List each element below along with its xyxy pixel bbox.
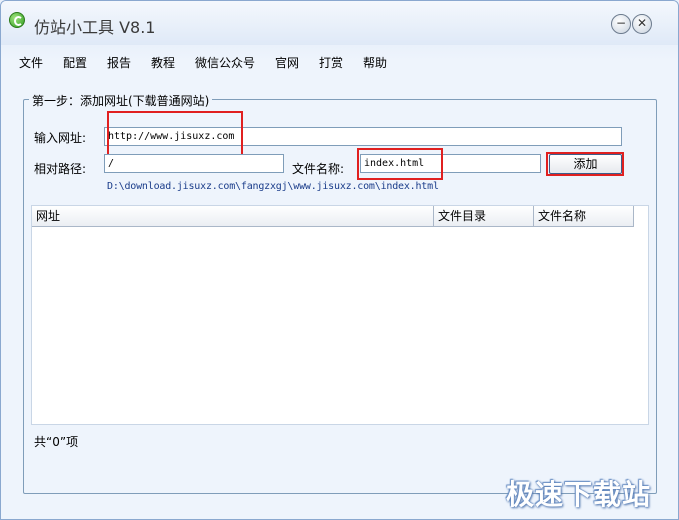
- url-list[interactable]: 网址 文件目录 文件名称: [31, 205, 649, 425]
- column-header-filename[interactable]: 文件名称: [534, 206, 634, 226]
- menu-config[interactable]: 配置: [63, 54, 87, 71]
- menu-website[interactable]: 官网: [275, 54, 299, 71]
- menu-help[interactable]: 帮助: [363, 54, 387, 71]
- step-one-title: 第一步：添加网址(下载普通网站): [29, 92, 213, 109]
- menu-tutorial[interactable]: 教程: [151, 54, 175, 71]
- save-path-text: D:\download.jisuxz.com\fangzxgj\www.jisu…: [107, 181, 439, 192]
- menu-report[interactable]: 报告: [107, 54, 131, 71]
- menu-file[interactable]: 文件: [19, 54, 43, 71]
- filename-input[interactable]: index.html: [360, 154, 541, 173]
- minimize-button[interactable]: −: [611, 14, 631, 34]
- column-header-directory[interactable]: 文件目录: [434, 206, 534, 226]
- app-logo-icon: [9, 12, 25, 28]
- window-title: 仿站小工具 V8.1: [34, 18, 156, 37]
- item-count: 共“0”项: [34, 435, 79, 449]
- menu-bar: 文件 配置 报告 教程 微信公众号 官网 打赏 帮助: [1, 51, 678, 73]
- filename-label: 文件名称:: [292, 162, 345, 176]
- title-bar[interactable]: 仿站小工具 V8.1 − ✕: [1, 1, 678, 45]
- url-input[interactable]: http://www.jisuxz.com: [104, 127, 622, 146]
- app-window: 仿站小工具 V8.1 − ✕ 文件 配置 报告 教程 微信公众号 官网 打赏 帮…: [0, 0, 679, 520]
- list-header: 网址 文件目录 文件名称: [32, 206, 634, 227]
- close-button[interactable]: ✕: [632, 14, 652, 34]
- watermark-text: 极速下载站: [506, 478, 652, 511]
- url-label: 输入网址:: [34, 131, 87, 145]
- menu-wechat[interactable]: 微信公众号: [195, 54, 255, 71]
- add-button[interactable]: 添加: [549, 154, 622, 174]
- relpath-label: 相对路径:: [34, 162, 87, 176]
- column-header-url[interactable]: 网址: [32, 206, 434, 226]
- menu-donate[interactable]: 打赏: [319, 54, 343, 71]
- relpath-input[interactable]: /: [104, 154, 284, 173]
